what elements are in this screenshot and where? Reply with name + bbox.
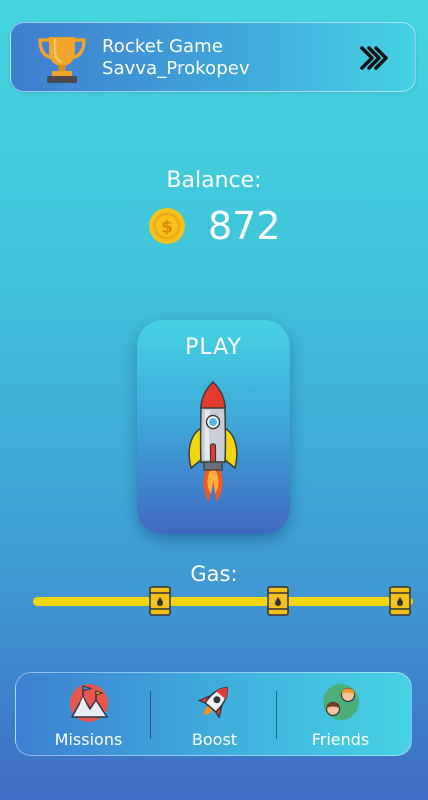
header-card: Rocket Game Savva_Prokopev bbox=[10, 22, 416, 92]
gas-progress-track bbox=[33, 597, 413, 606]
nav-divider bbox=[276, 691, 277, 739]
double-chevron-right-icon[interactable] bbox=[357, 43, 395, 73]
nav-item-boost[interactable]: Boost bbox=[152, 673, 277, 757]
mountains-icon bbox=[70, 684, 108, 722]
play-label: PLAY bbox=[185, 335, 242, 360]
nav-label-missions: Missions bbox=[54, 730, 123, 749]
balance-row: $ 872 bbox=[0, 202, 428, 252]
nav-item-friends[interactable]: Friends bbox=[278, 673, 403, 757]
balance-label: Balance: bbox=[166, 168, 262, 193]
bottom-nav: Missions Boost Friends bbox=[15, 672, 412, 756]
nav-item-missions[interactable]: Missions bbox=[26, 673, 151, 757]
fuel-barrel-icon[interactable] bbox=[267, 586, 289, 616]
app-title: Rocket Game bbox=[102, 36, 223, 57]
nav-label-boost: Boost bbox=[191, 730, 238, 749]
gas-label: Gas: bbox=[190, 562, 238, 586]
rocket-icon bbox=[188, 380, 238, 502]
balance-value: 872 bbox=[208, 204, 281, 248]
username: Savva_Prokopev bbox=[102, 58, 250, 79]
friends-icon bbox=[323, 684, 359, 720]
nav-label-friends: Friends bbox=[311, 730, 370, 749]
svg-text:$: $ bbox=[161, 218, 173, 238]
rocket-icon bbox=[197, 686, 229, 719]
fuel-barrel-icon[interactable] bbox=[389, 586, 411, 616]
coin-icon: $ bbox=[149, 208, 185, 244]
fuel-barrel-icon[interactable] bbox=[149, 586, 171, 616]
play-button[interactable]: PLAY bbox=[137, 320, 290, 534]
nav-divider bbox=[150, 691, 151, 739]
trophy-icon bbox=[38, 37, 86, 83]
